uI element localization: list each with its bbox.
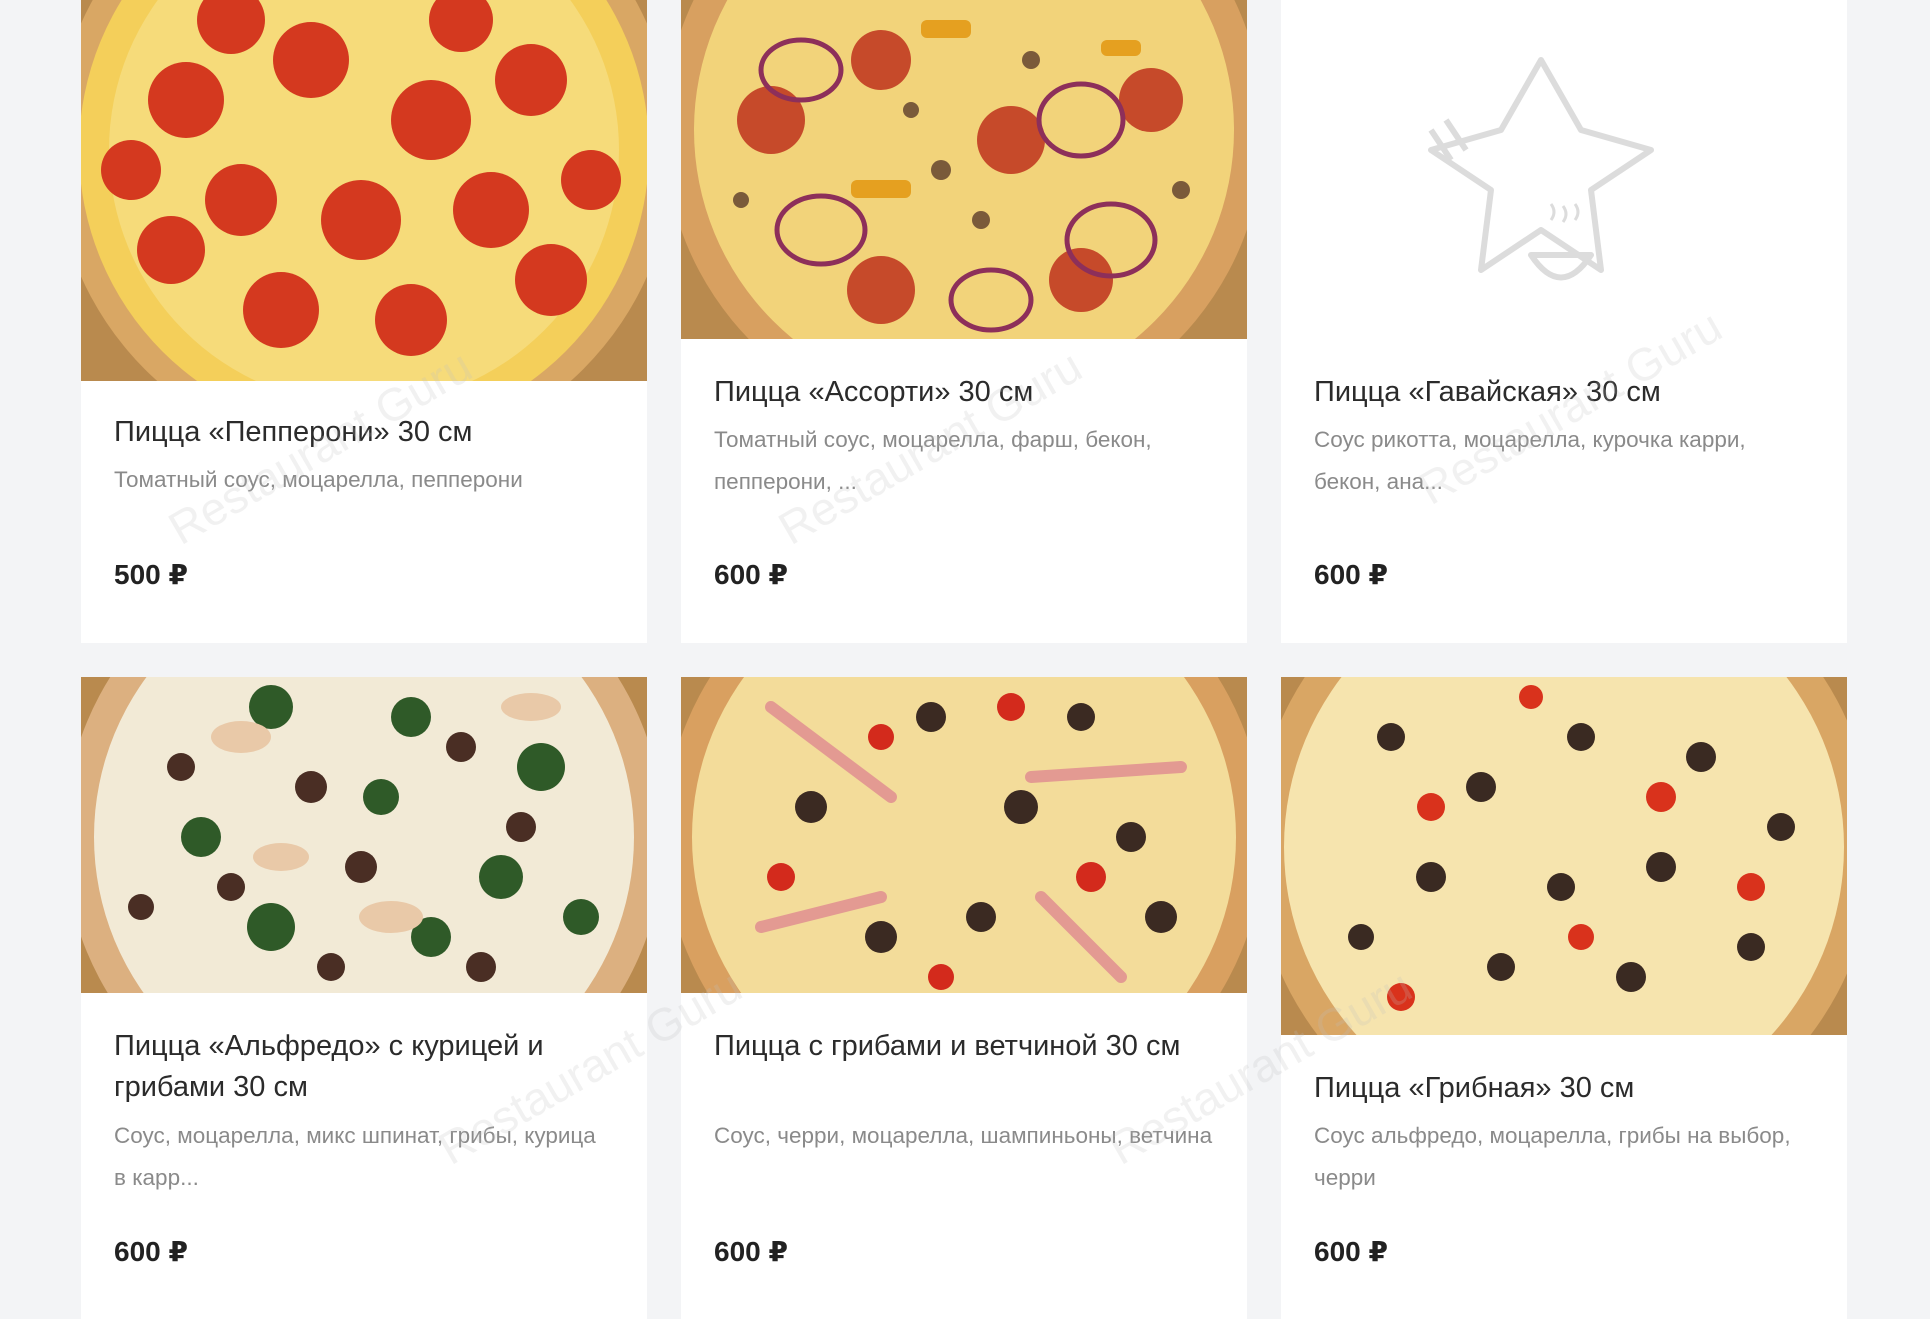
product-description: Томатный соус, моцарелла, пепперони bbox=[114, 467, 523, 492]
product-card[interactable]: Пицца «Ассорти» 30 см Томатный соус, моц… bbox=[681, 0, 1247, 643]
pizza-photo[interactable] bbox=[81, 677, 647, 993]
product-title[interactable]: Пицца «Пепперони» 30 см bbox=[114, 412, 614, 453]
product-description: Соус альфредо, моцарелла, грибы на выбор… bbox=[1314, 1123, 1791, 1190]
product-card[interactable]: Пицца «Гавайская» 30 см Соус рикотта, мо… bbox=[1281, 0, 1847, 643]
pizza-photo[interactable] bbox=[681, 0, 1247, 339]
placeholder-image[interactable] bbox=[1281, 0, 1847, 339]
product-title[interactable]: Пицца «Ассорти» 30 см bbox=[714, 372, 1214, 413]
product-card[interactable]: Пицца «Пепперони» 30 см Томатный соус, м… bbox=[81, 0, 647, 643]
product-description: Соус, моцарелла, микс шпинат, грибы, кур… bbox=[114, 1123, 596, 1190]
product-card[interactable]: Пицца «Грибная» 30 см Соус альфредо, моц… bbox=[1281, 677, 1847, 1319]
product-price: 500 ₽ bbox=[114, 559, 188, 590]
product-title[interactable]: Пицца с грибами и ветчиной 30 см bbox=[714, 1026, 1214, 1067]
product-description: Соус, черри, моцарелла, шампиньоны, ветч… bbox=[714, 1123, 1213, 1148]
product-price: 600 ₽ bbox=[714, 559, 788, 590]
product-price: 600 ₽ bbox=[1314, 1236, 1388, 1267]
product-title[interactable]: Пицца «Гавайская» 30 см bbox=[1314, 372, 1814, 413]
product-description: Соус рикотта, моцарелла, курочка карри, … bbox=[1314, 427, 1746, 494]
pizza-photo[interactable] bbox=[81, 0, 647, 381]
product-description: Томатный соус, моцарелла, фарш, бекон, п… bbox=[714, 427, 1152, 494]
product-card[interactable]: Пицца с грибами и ветчиной 30 см Соус, ч… bbox=[681, 677, 1247, 1319]
product-price: 600 ₽ bbox=[714, 1236, 788, 1267]
product-card[interactable]: Пицца «Альфредо» с курицей и грибами 30 … bbox=[81, 677, 647, 1319]
pizza-photo[interactable] bbox=[1281, 677, 1847, 1035]
product-title[interactable]: Пицца «Грибная» 30 см bbox=[1314, 1068, 1814, 1109]
product-price: 600 ₽ bbox=[1314, 559, 1388, 590]
product-price: 600 ₽ bbox=[114, 1236, 188, 1267]
pizza-photo[interactable] bbox=[681, 677, 1247, 993]
product-title[interactable]: Пицца «Альфредо» с курицей и грибами 30 … bbox=[114, 1026, 614, 1108]
